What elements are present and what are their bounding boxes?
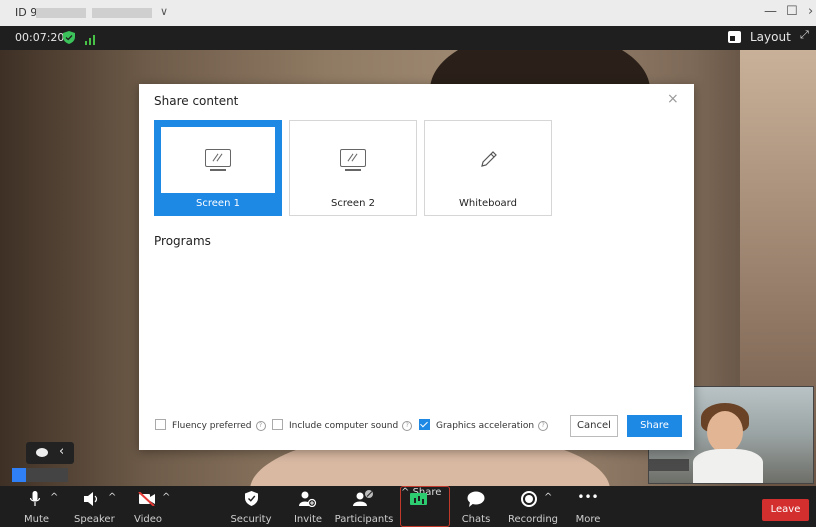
participants-icon — [353, 490, 373, 506]
meeting-id-label: ID 9 — [15, 6, 38, 19]
speaker-icon — [84, 492, 98, 506]
screen-preview — [296, 127, 410, 193]
video-button[interactable]: ^ Video — [134, 486, 178, 527]
redacted-id-block — [36, 8, 86, 18]
meeting-status-bar: 00:07:20 Layout ⤢ — [0, 26, 816, 50]
participants-button[interactable]: Participants — [333, 486, 395, 527]
caret-up-icon[interactable]: ^ — [50, 492, 58, 503]
toolbar-label: Mute — [24, 514, 50, 525]
programs-section-heading: Programs — [154, 234, 211, 248]
meeting-toolbar: ^ Mute ^ Speaker ^ Video Security Invite… — [0, 486, 816, 527]
signal-strength-icon[interactable] — [85, 32, 97, 45]
more-icon: ••• — [577, 490, 599, 504]
security-button[interactable]: Security — [228, 486, 274, 527]
share-tile-screen-1[interactable]: Screen 1 — [154, 120, 282, 216]
option-fluency-preferred[interactable]: Fluency preferred? — [155, 419, 266, 431]
option-graphics-acceleration[interactable]: Graphics acceleration? — [419, 419, 549, 431]
recording-button[interactable]: ^ Recording — [504, 486, 562, 527]
tile-label: Screen 1 — [196, 198, 240, 209]
window-title-bar: ID 9 ∨ — ☐ › — [0, 0, 816, 26]
cancel-button[interactable]: Cancel — [570, 415, 618, 437]
close-icon[interactable]: × — [667, 91, 679, 107]
layout-icon[interactable] — [728, 31, 741, 43]
share-button-highlight[interactable]: ^ Share — [400, 486, 450, 527]
caret-up-icon[interactable]: ^ — [401, 487, 409, 498]
tile-label: Whiteboard — [459, 198, 517, 209]
expand-icon[interactable]: ⤢ — [800, 28, 809, 42]
add-person-icon — [299, 491, 317, 507]
avatar-icon — [12, 468, 26, 482]
option-include-computer-sound[interactable]: Include computer sound? — [272, 419, 413, 431]
maximize-button[interactable]: ☐ — [786, 4, 798, 19]
toolbar-label: Recording — [507, 514, 558, 525]
leave-button[interactable]: Leave — [762, 499, 809, 521]
invite-button[interactable]: Invite — [288, 486, 328, 527]
chat-bubble-icon — [467, 491, 485, 507]
shield-icon[interactable] — [63, 31, 75, 44]
pencil-icon — [481, 151, 497, 167]
chats-button[interactable]: Chats — [458, 486, 494, 527]
dialog-title: Share content — [154, 94, 239, 108]
toolbar-label: Participants — [334, 514, 394, 525]
toolbar-label: Speaker — [74, 514, 115, 525]
option-label: Fluency preferred — [172, 421, 252, 431]
monitor-icon — [205, 149, 231, 167]
chevron-down-icon[interactable]: ∨ — [160, 5, 168, 18]
monitor-stand — [210, 169, 226, 171]
thumbnail-person-body — [693, 449, 763, 483]
whiteboard-preview — [431, 127, 545, 193]
thumbnail-name-tag — [649, 459, 689, 471]
toolbar-label: Chats — [461, 514, 491, 525]
video-off-icon — [138, 492, 155, 506]
help-icon[interactable]: ? — [255, 420, 266, 431]
mute-button[interactable]: ^ Mute — [18, 486, 58, 527]
monitor-stand — [345, 169, 361, 171]
toolbar-label: Security — [230, 514, 272, 525]
toolbar-label: More — [575, 514, 601, 525]
self-name-badge — [12, 468, 68, 482]
chat-collapse-widget[interactable]: ‹ — [26, 442, 74, 464]
share-screen-icon — [410, 493, 427, 505]
chevron-left-icon[interactable]: ‹ — [59, 444, 64, 459]
caret-up-icon[interactable]: ^ — [108, 492, 116, 503]
toolbar-label: Invite — [293, 514, 323, 525]
help-icon[interactable]: ? — [538, 420, 549, 431]
share-tile-screen-2[interactable]: Screen 2 — [289, 120, 417, 216]
checkbox-checked[interactable] — [419, 419, 430, 430]
share-button[interactable]: Share — [627, 415, 682, 437]
speaker-button[interactable]: ^ Speaker — [74, 486, 124, 527]
meeting-timer: 00:07:20 — [15, 31, 65, 44]
more-button[interactable]: ••• More — [570, 486, 606, 527]
caret-up-icon[interactable]: ^ — [162, 492, 170, 503]
minimize-button[interactable]: — — [764, 4, 777, 19]
option-label: Graphics acceleration — [436, 421, 535, 431]
monitor-icon — [340, 149, 366, 167]
screen-preview — [161, 127, 275, 193]
share-tile-whiteboard[interactable]: Whiteboard — [424, 120, 552, 216]
record-icon — [521, 491, 537, 507]
caret-up-icon[interactable]: ^ — [544, 492, 552, 503]
tile-label: Screen 2 — [331, 198, 375, 209]
close-window-button[interactable]: › — [808, 4, 813, 19]
checkbox[interactable] — [155, 419, 166, 430]
layout-button[interactable]: Layout — [750, 30, 791, 44]
shield-icon — [245, 491, 258, 506]
microphone-icon — [30, 491, 40, 506]
share-content-dialog: Share content × Screen 1 Screen 2 Whiteb… — [139, 84, 694, 450]
option-label: Include computer sound — [289, 421, 399, 431]
toolbar-label: Video — [134, 514, 163, 525]
checkbox[interactable] — [272, 419, 283, 430]
help-icon[interactable]: ? — [402, 420, 413, 431]
redacted-id-block — [92, 8, 152, 18]
thumbnail-person-face — [707, 411, 743, 453]
chat-bubble-icon — [36, 448, 48, 457]
